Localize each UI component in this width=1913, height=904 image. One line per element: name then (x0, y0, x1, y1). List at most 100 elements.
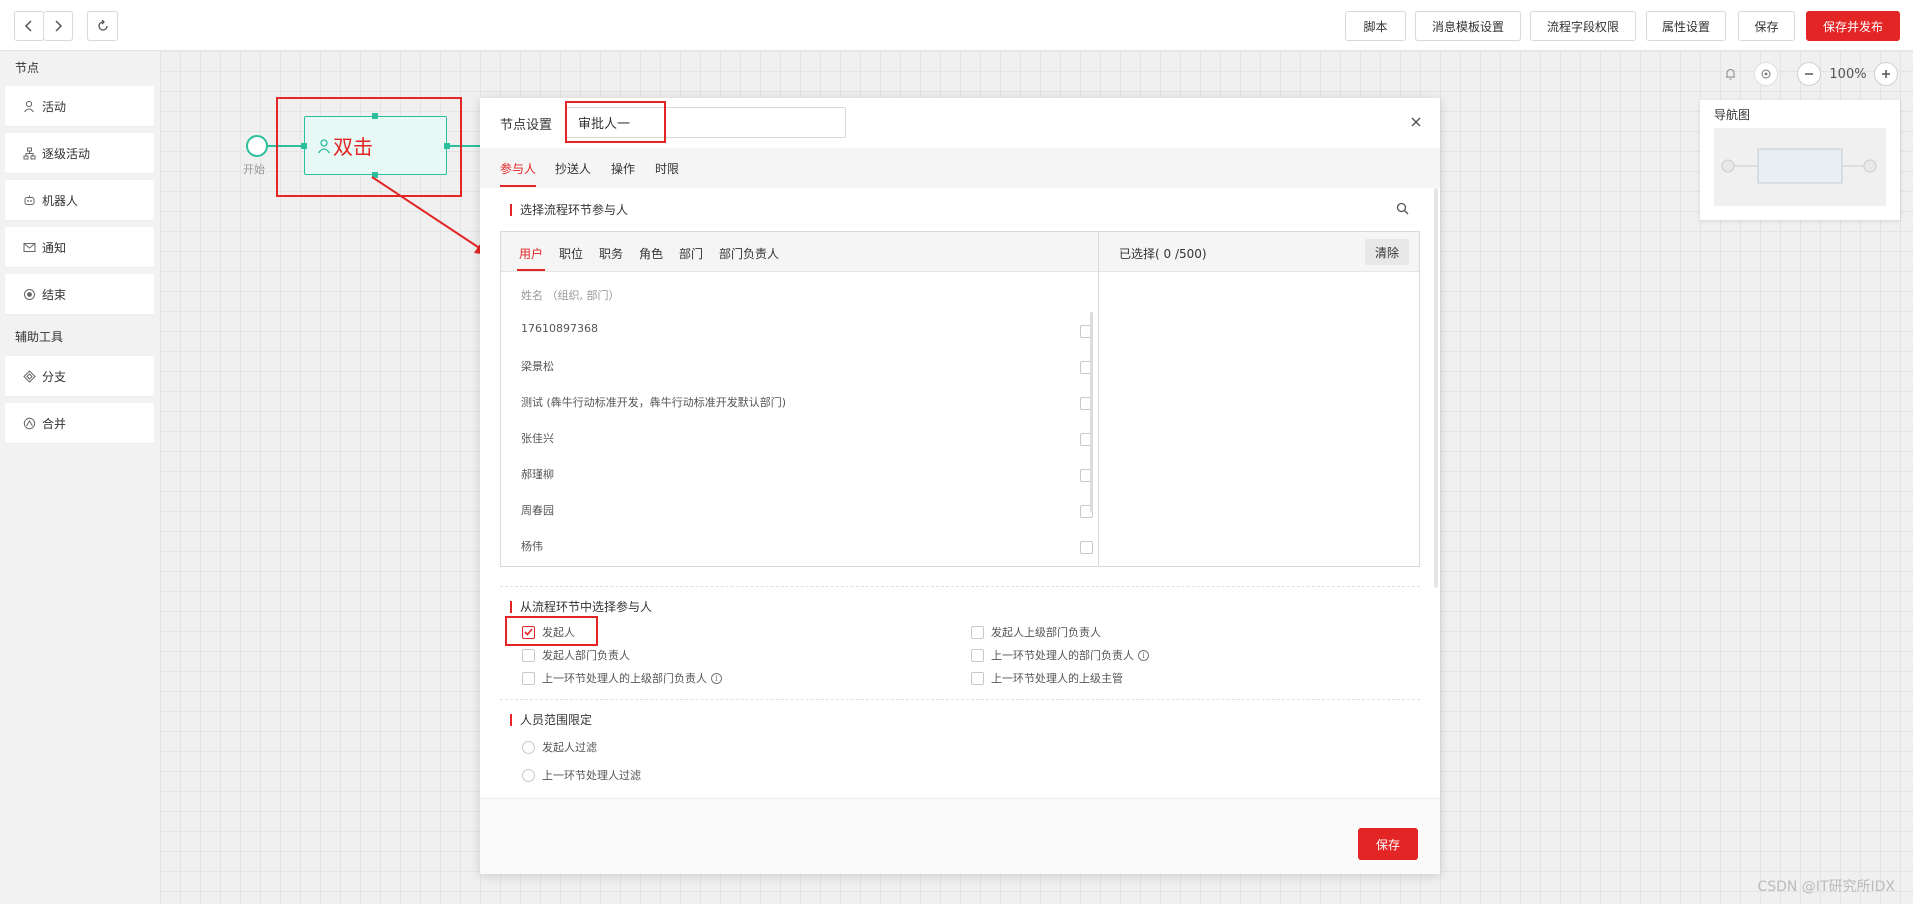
hierarchy-icon (22, 146, 36, 160)
divider (500, 586, 1420, 587)
user-name: 17610897368 (521, 322, 598, 335)
palette-item-label: 逐级活动 (42, 146, 91, 161)
user-icon (22, 99, 36, 113)
node-palette: 节点 活动 逐级活动 机器人 通知 结束 辅助工具 分支 合并 (0, 51, 160, 904)
start-label: 开始 (243, 163, 265, 176)
dialog-title: 节点设置 (500, 118, 553, 133)
checkbox[interactable] (971, 625, 984, 639)
option-prev-handler-supervisor[interactable]: 上一环节处理人的上级主管 (971, 670, 1123, 686)
checkbox[interactable] (522, 648, 535, 662)
option-label: 发起人过滤 (542, 741, 597, 754)
dialog-save-button[interactable]: 保存 (1358, 828, 1418, 860)
start-node[interactable] (246, 135, 268, 157)
checkbox[interactable] (971, 648, 984, 662)
palette-item-merge[interactable]: 合并 (5, 403, 154, 443)
section-from-flow-title: 从流程环节中选择参与人 (510, 601, 652, 613)
clear-button[interactable]: 清除 (1365, 239, 1409, 265)
info-icon[interactable]: i (711, 672, 722, 684)
selected-header: 已选择( 0 /500) 清除 (1099, 232, 1419, 272)
option-prev-handler-upper-dept-head[interactable]: 上一环节处理人的上级部门负责人 i (522, 670, 722, 686)
user-row[interactable]: 张佳兴 (521, 430, 1093, 450)
info-icon[interactable]: i (1138, 649, 1149, 661)
save-button[interactable]: 保存 (1738, 11, 1795, 41)
option-initiator-dept-head[interactable]: 发起人部门负责人 (522, 647, 630, 663)
user-row[interactable]: 17610897368 (521, 322, 1093, 342)
user-row[interactable]: 郝瑾柳 (521, 466, 1093, 486)
watermark: CSDN @IT研究所IDX (1757, 879, 1895, 895)
script-button[interactable]: 脚本 (1345, 11, 1406, 41)
selected-count: 已选择( 0 /500) (1119, 247, 1207, 261)
palette-item-branch[interactable]: 分支 (5, 356, 154, 396)
picker-active-indicator (517, 269, 545, 271)
navigation-map[interactable]: 导航图 (1700, 100, 1900, 220)
picker-tab-duty[interactable]: 职务 (599, 245, 623, 262)
end-circle-icon (22, 287, 36, 301)
user-name: 张佳兴 (521, 432, 554, 445)
user-row[interactable]: 梁景松 (521, 358, 1093, 378)
close-button[interactable] (1406, 112, 1426, 132)
forward-button[interactable] (43, 11, 73, 41)
option-label: 上一环节处理人的上级部门负责人 (542, 672, 707, 685)
picker-tabs: 用户 职位 职务 角色 部门 部门负责人 (501, 232, 1098, 272)
picker-tab-dept-head[interactable]: 部门负责人 (719, 245, 779, 262)
chevron-right-icon (55, 20, 63, 32)
user-name: 梁景松 (521, 360, 554, 373)
palette-item-end[interactable]: 结束 (5, 274, 154, 314)
option-label: 上一环节处理人过滤 (542, 769, 641, 782)
navmap-viewport[interactable] (1714, 128, 1886, 206)
radio[interactable] (522, 740, 535, 754)
palette-item-label: 通知 (42, 240, 67, 255)
picker-tab-role[interactable]: 角色 (639, 245, 663, 262)
section-tools-title: 辅助工具 (15, 330, 64, 344)
picker-tab-department[interactable]: 部门 (679, 245, 703, 262)
dialog-scrollbar[interactable] (1434, 188, 1438, 588)
user-checkbox[interactable] (1080, 541, 1093, 554)
diamond-icon (22, 369, 36, 383)
radio[interactable] (522, 768, 535, 782)
refresh-button[interactable] (87, 11, 118, 41)
field-permission-button[interactable]: 流程字段权限 (1530, 11, 1636, 41)
back-button[interactable] (14, 11, 44, 41)
zoom-in-button[interactable] (1874, 62, 1898, 86)
palette-item-robot[interactable]: 机器人 (5, 180, 154, 220)
user-list-scrollbar[interactable] (1090, 312, 1093, 512)
option-label: 发起人部门负责人 (542, 649, 630, 662)
active-tab-indicator (500, 185, 536, 187)
option-initiator-upper-dept-head[interactable]: 发起人上级部门负责人 (971, 624, 1101, 640)
zoom-out-button[interactable] (1797, 62, 1821, 86)
divider (500, 699, 1420, 700)
tab-time-limit[interactable]: 时限 (655, 160, 679, 177)
tab-cc[interactable]: 抄送人 (555, 160, 591, 177)
section-nodes-title: 节点 (15, 61, 40, 75)
option-prev-handler-dept-head[interactable]: 上一环节处理人的部门负责人 i (971, 647, 1149, 663)
dialog-footer (480, 798, 1440, 874)
locate-icon[interactable] (1754, 62, 1778, 86)
palette-item-label: 机器人 (42, 193, 79, 208)
user-row[interactable]: 测试 (犇牛行动标准开发，犇牛行动标准开发默认部门) (521, 394, 1093, 414)
bell-icon[interactable] (1720, 64, 1740, 84)
checkbox[interactable] (971, 671, 984, 685)
picker-tab-position[interactable]: 职位 (559, 245, 583, 262)
palette-item-stepwise-activity[interactable]: 逐级活动 (5, 133, 154, 173)
user-name: 郝瑾柳 (521, 468, 554, 481)
search-icon[interactable] (1396, 202, 1412, 218)
chevron-left-icon (24, 20, 32, 32)
save-publish-button[interactable]: 保存并发布 (1806, 11, 1900, 41)
checkbox[interactable] (522, 671, 535, 685)
user-row[interactable]: 杨伟 (521, 538, 1093, 558)
message-template-button[interactable]: 消息模板设置 (1415, 11, 1521, 41)
palette-item-notify[interactable]: 通知 (5, 227, 154, 267)
tab-participants[interactable]: 参与人 (500, 160, 536, 177)
picker-tab-user[interactable]: 用户 (519, 245, 543, 262)
user-row[interactable]: 周春园 (521, 502, 1093, 522)
tab-operations[interactable]: 操作 (611, 160, 635, 177)
option-filter-prev-handler[interactable]: 上一环节处理人过滤 (522, 767, 641, 783)
option-filter-initiator[interactable]: 发起人过滤 (522, 739, 597, 755)
section-scope-title: 人员范围限定 (510, 714, 592, 726)
picker-divider (1098, 232, 1099, 566)
navmap-title: 导航图 (1714, 108, 1751, 122)
property-settings-button[interactable]: 属性设置 (1646, 11, 1726, 41)
user-name: 周春园 (521, 504, 554, 517)
mail-icon (22, 240, 36, 254)
palette-item-activity[interactable]: 活动 (5, 86, 154, 126)
